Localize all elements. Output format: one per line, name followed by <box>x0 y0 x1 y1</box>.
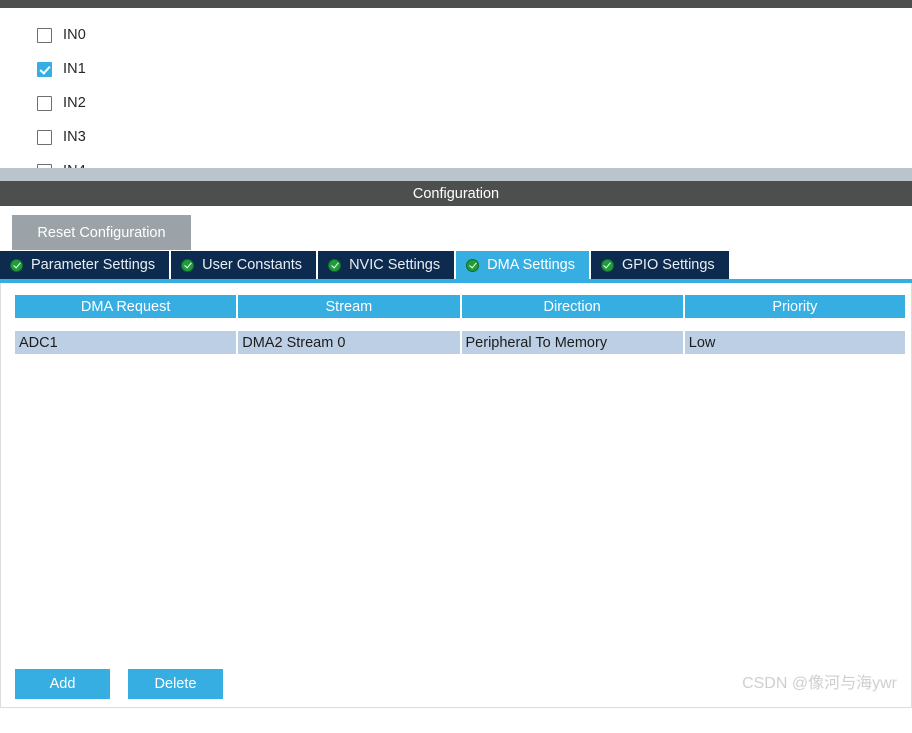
panel-separator <box>0 168 912 181</box>
top-dark-strip <box>0 0 912 8</box>
cell-stream[interactable]: DMA2 Stream 0 <box>238 331 460 354</box>
dma-settings-panel: DMA Request Stream Direction Priority AD… <box>0 283 912 708</box>
list-item[interactable]: IN1 <box>0 52 912 86</box>
checkbox-in2[interactable] <box>37 95 52 111</box>
checkbox-label: IN3 <box>63 129 86 145</box>
delete-button[interactable]: Delete <box>128 669 223 699</box>
configuration-titlebar: Configuration <box>0 181 912 206</box>
list-item[interactable]: IN2 <box>0 86 912 120</box>
tab-parameter-settings[interactable]: Parameter Settings <box>0 251 172 279</box>
list-item[interactable]: IN0 <box>0 18 912 52</box>
column-header-stream[interactable]: Stream <box>238 295 460 318</box>
tab-user-constants[interactable]: User Constants <box>171 251 319 279</box>
tab-dma-settings[interactable]: DMA Settings <box>456 251 591 279</box>
checkbox-in0[interactable] <box>37 27 52 43</box>
checkbox-in3[interactable] <box>37 129 52 145</box>
table-action-buttons: Add Delete <box>15 669 223 699</box>
dma-table: DMA Request Stream Direction Priority AD… <box>1 283 911 354</box>
tab-label: NVIC Settings <box>349 257 441 273</box>
column-header-priority[interactable]: Priority <box>684 295 905 318</box>
green-check-icon <box>600 258 614 272</box>
list-item[interactable]: IN3 <box>0 120 912 154</box>
watermark-text: CSDN @像河与海ywr <box>742 675 897 692</box>
settings-tabbar: Parameter Settings User Constants NVIC S… <box>0 251 912 279</box>
checkbox-label: IN2 <box>63 95 86 111</box>
tab-gpio-settings[interactable]: GPIO Settings <box>590 251 731 279</box>
cell-priority[interactable]: Low <box>684 331 905 354</box>
green-check-icon <box>466 258 480 272</box>
add-button[interactable]: Add <box>15 669 110 699</box>
checkbox-label: IN4 <box>63 163 86 168</box>
column-header-dma-request[interactable]: DMA Request <box>15 295 237 318</box>
column-header-direction[interactable]: Direction <box>461 295 683 318</box>
tab-label: Parameter Settings <box>31 257 156 273</box>
reset-configuration-button[interactable]: Reset Configuration <box>12 215 191 250</box>
checkbox-in1[interactable] <box>37 61 52 77</box>
checkbox-label: IN0 <box>63 27 86 43</box>
page-title: Configuration <box>412 185 500 202</box>
green-check-icon <box>328 258 342 272</box>
channel-checkbox-list: IN0 IN1 IN2 IN3 IN4 <box>0 8 912 168</box>
checkbox-label: IN1 <box>63 61 86 77</box>
tab-label: DMA Settings <box>487 257 575 273</box>
green-check-icon <box>10 258 23 272</box>
reset-toolbar: Reset Configuration <box>0 206 912 251</box>
checkbox-in4[interactable] <box>37 163 52 168</box>
green-check-icon <box>181 258 195 272</box>
tab-label: GPIO Settings <box>621 257 715 273</box>
cell-dma-request[interactable]: ADC1 <box>15 331 237 354</box>
tab-nvic-settings[interactable]: NVIC Settings <box>318 251 457 279</box>
table-row[interactable]: ADC1 DMA2 Stream 0 Peripheral To Memory … <box>15 331 905 354</box>
cell-direction[interactable]: Peripheral To Memory <box>461 331 683 354</box>
list-item[interactable]: IN4 <box>0 154 912 168</box>
tab-label: User Constants <box>202 257 303 273</box>
table-header-row: DMA Request Stream Direction Priority <box>15 295 905 318</box>
